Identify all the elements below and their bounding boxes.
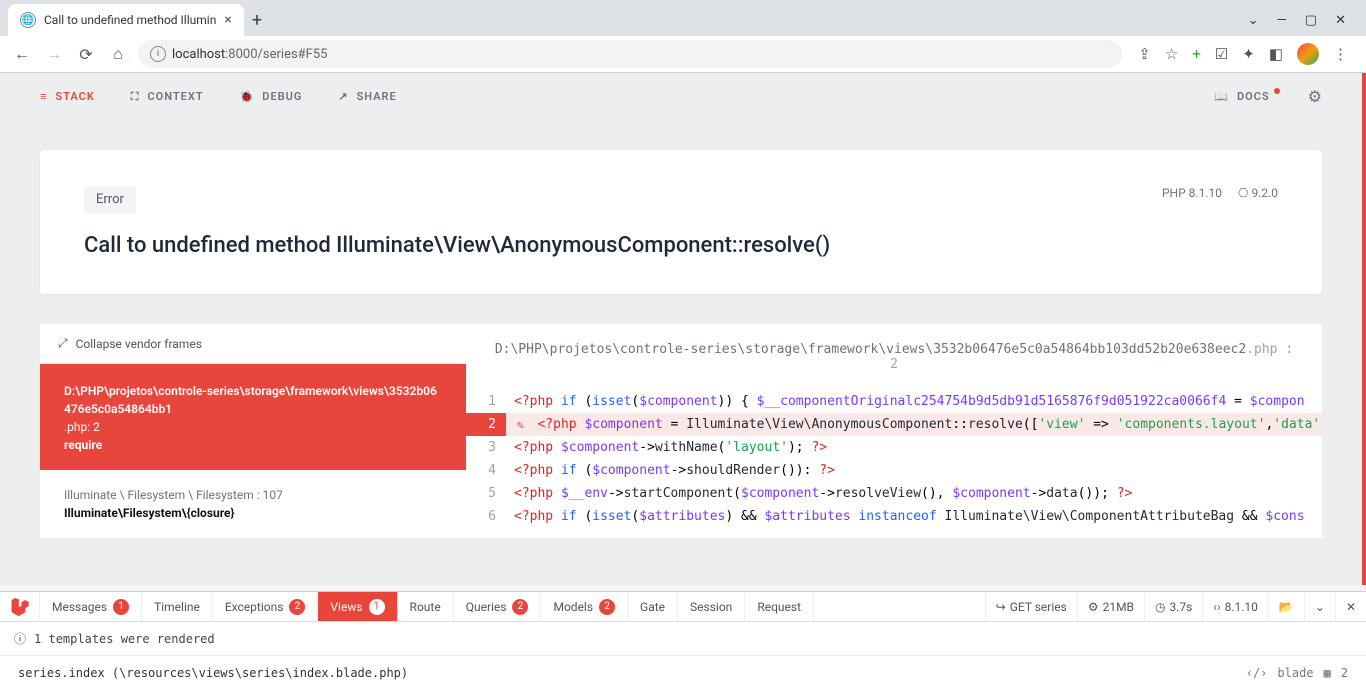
checkbox-icon[interactable]: ☑: [1215, 45, 1228, 63]
gear-small-icon: ⚙: [1088, 600, 1099, 614]
frames-list: ⤢ Collapse vendor frames D:\PHP\projetos…: [40, 324, 466, 538]
reload-button[interactable]: ⟳: [74, 42, 98, 66]
share-icon[interactable]: ⇪: [1138, 45, 1151, 63]
code-icon: ‹/›: [1246, 666, 1268, 680]
stack-icon: ≡: [40, 90, 47, 103]
code-area: 1 <?php if (isset($component)) { $__comp…: [466, 390, 1322, 528]
tab-timeline[interactable]: Timeline: [142, 592, 213, 621]
bookmark-icon[interactable]: ☆: [1165, 45, 1178, 63]
bug-icon: 🐞: [240, 90, 255, 103]
collapse-icon: ⤢: [58, 336, 68, 351]
book-icon: 📖: [1214, 90, 1229, 103]
edit-icon[interactable]: ✎: [513, 417, 528, 433]
nav-stack[interactable]: ≡STACK: [40, 90, 95, 103]
back-button[interactable]: ←: [10, 42, 34, 66]
nav-docs[interactable]: 📖DOCS: [1214, 90, 1283, 103]
share-nav-icon: ↗: [338, 90, 348, 103]
address-bar: ← → ⟳ ⌂ i localhost:8000/series#F55 ⇪ ☆ …: [0, 36, 1366, 72]
code-line: 3 <?php $component->withName('layout'); …: [466, 436, 1322, 459]
frame-item-active[interactable]: D:\PHP\projetos\controle-series\storage\…: [40, 364, 466, 470]
code-panel: D:\PHP\projetos\controle-series\storage\…: [466, 324, 1322, 538]
nav-debug[interactable]: 🐞DEBUG: [240, 90, 303, 103]
laravel-icon: ⎔: [1238, 186, 1248, 200]
extension-icon[interactable]: ✦: [1242, 45, 1255, 63]
menu-icon[interactable]: ⋮: [1333, 45, 1348, 63]
request-method[interactable]: ↪GET series: [985, 592, 1077, 621]
minimize-icon[interactable]: —: [1277, 13, 1287, 28]
context-icon: ⛶: [131, 90, 140, 104]
code-line-highlighted: 2✎ <?php $component = Illuminate\View\An…: [466, 413, 1322, 436]
nav-share[interactable]: ↗SHARE: [338, 90, 396, 103]
panel-icon[interactable]: ◧: [1269, 45, 1283, 63]
debugbar: Messages1 Timeline Exceptions2 Views1 Ro…: [0, 591, 1366, 690]
window-controls: ⌄ — ▢ ✕: [1248, 13, 1358, 28]
error-page: ≡STACK ⛶CONTEXT 🐞DEBUG ↗SHARE 📖DOCS ⚙ PH…: [0, 73, 1366, 585]
code-line: 1 <?php if (isset($component)) { $__comp…: [466, 390, 1322, 413]
tab-queries[interactable]: Queries2: [454, 592, 542, 621]
error-card: PHP 8.1.10 ⎔ 9.2.0 Error Call to undefin…: [40, 150, 1322, 294]
browser-tab[interactable]: 🌐 Call to undefined method Illumin ×: [8, 4, 244, 36]
url-input[interactable]: i localhost:8000/series#F55: [138, 40, 1122, 68]
frames-container: ⤢ Collapse vendor frames D:\PHP\projetos…: [40, 324, 1322, 538]
debugbar-detail-row[interactable]: series.index (\resources\views\series\in…: [0, 656, 1366, 690]
php-version-meta[interactable]: ‹›8.1.10: [1202, 592, 1268, 621]
close-icon: ✕: [1346, 600, 1356, 614]
plus-icon[interactable]: +: [1192, 45, 1201, 63]
gear-icon[interactable]: ⚙: [1308, 87, 1322, 106]
avatar[interactable]: [1297, 43, 1319, 65]
close-debugbar[interactable]: ✕: [1335, 592, 1366, 621]
tab-messages[interactable]: Messages1: [40, 592, 142, 621]
code-line: 5 <?php $__env->startComponent($componen…: [466, 482, 1322, 505]
toolbar-icons: ⇪ ☆ + ☑ ✦ ◧ ⋮: [1130, 43, 1356, 65]
error-badge: Error: [84, 186, 136, 213]
filepath: D:\PHP\projetos\controle-series\storage\…: [466, 324, 1322, 390]
folder-button[interactable]: 📂: [1268, 592, 1304, 621]
tab-exceptions[interactable]: Exceptions2: [213, 592, 319, 621]
chevron-down-icon[interactable]: ⌄: [1248, 13, 1259, 28]
laravel-version: ⎔ 9.2.0: [1238, 186, 1278, 200]
tab-gate[interactable]: Gate: [628, 592, 678, 621]
tab-request[interactable]: Request: [745, 592, 814, 621]
url-text: localhost:8000/series#F55: [172, 47, 327, 62]
debugbar-summary: ⓘ 1 templates were rendered: [0, 622, 1366, 656]
new-tab-button[interactable]: +: [252, 10, 262, 31]
code-line: 6 <?php if (isset($attributes) && $attri…: [466, 505, 1322, 528]
clock-icon: ◷: [1155, 600, 1165, 614]
info-icon: ⓘ: [14, 630, 26, 647]
request-time[interactable]: ◷3.7s: [1144, 592, 1202, 621]
code-icon: ‹›: [1213, 600, 1220, 614]
info-icon[interactable]: i: [150, 46, 166, 62]
grid-icon: ▦: [1324, 666, 1331, 680]
php-version: PHP 8.1.10: [1162, 186, 1222, 200]
globe-icon: 🌐: [20, 12, 36, 28]
forward-button[interactable]: →: [42, 42, 66, 66]
laravel-logo-icon[interactable]: [0, 592, 40, 621]
memory-usage[interactable]: ⚙21MB: [1077, 592, 1144, 621]
tab-views[interactable]: Views1: [318, 592, 397, 621]
reply-icon: ↪: [996, 600, 1006, 614]
tab-models[interactable]: Models2: [541, 592, 628, 621]
tab-route[interactable]: Route: [398, 592, 454, 621]
tab-title: Call to undefined method Illumin: [44, 13, 216, 27]
close-icon[interactable]: ×: [224, 12, 231, 28]
close-window-icon[interactable]: ✕: [1335, 13, 1346, 28]
debugbar-tabs: Messages1 Timeline Exceptions2 Views1 Ro…: [0, 592, 1366, 622]
tab-strip: 🌐 Call to undefined method Illumin × + ⌄…: [0, 0, 1366, 36]
page-nav: ≡STACK ⛶CONTEXT 🐞DEBUG ↗SHARE 📖DOCS ⚙: [0, 73, 1362, 120]
home-button[interactable]: ⌂: [106, 42, 130, 66]
browser-chrome: 🌐 Call to undefined method Illumin × + ⌄…: [0, 0, 1366, 73]
minimize-debugbar[interactable]: ⌄: [1304, 592, 1335, 621]
error-title: Call to undefined method Illuminate\View…: [84, 233, 1278, 258]
folder-icon: 📂: [1279, 600, 1294, 614]
nav-context[interactable]: ⛶CONTEXT: [131, 90, 204, 104]
collapse-frames-button[interactable]: ⤢ Collapse vendor frames: [40, 324, 466, 364]
chevron-down-icon: ⌄: [1315, 600, 1325, 614]
code-line: 4 <?php if ($component->shouldRender()):…: [466, 459, 1322, 482]
maximize-icon[interactable]: ▢: [1305, 13, 1317, 28]
tab-session[interactable]: Session: [678, 592, 745, 621]
notification-dot-icon: [1274, 88, 1280, 94]
frame-item[interactable]: Illuminate \ Filesystem \ Filesystem : 1…: [40, 470, 466, 538]
version-meta: PHP 8.1.10 ⎔ 9.2.0: [1162, 186, 1278, 200]
